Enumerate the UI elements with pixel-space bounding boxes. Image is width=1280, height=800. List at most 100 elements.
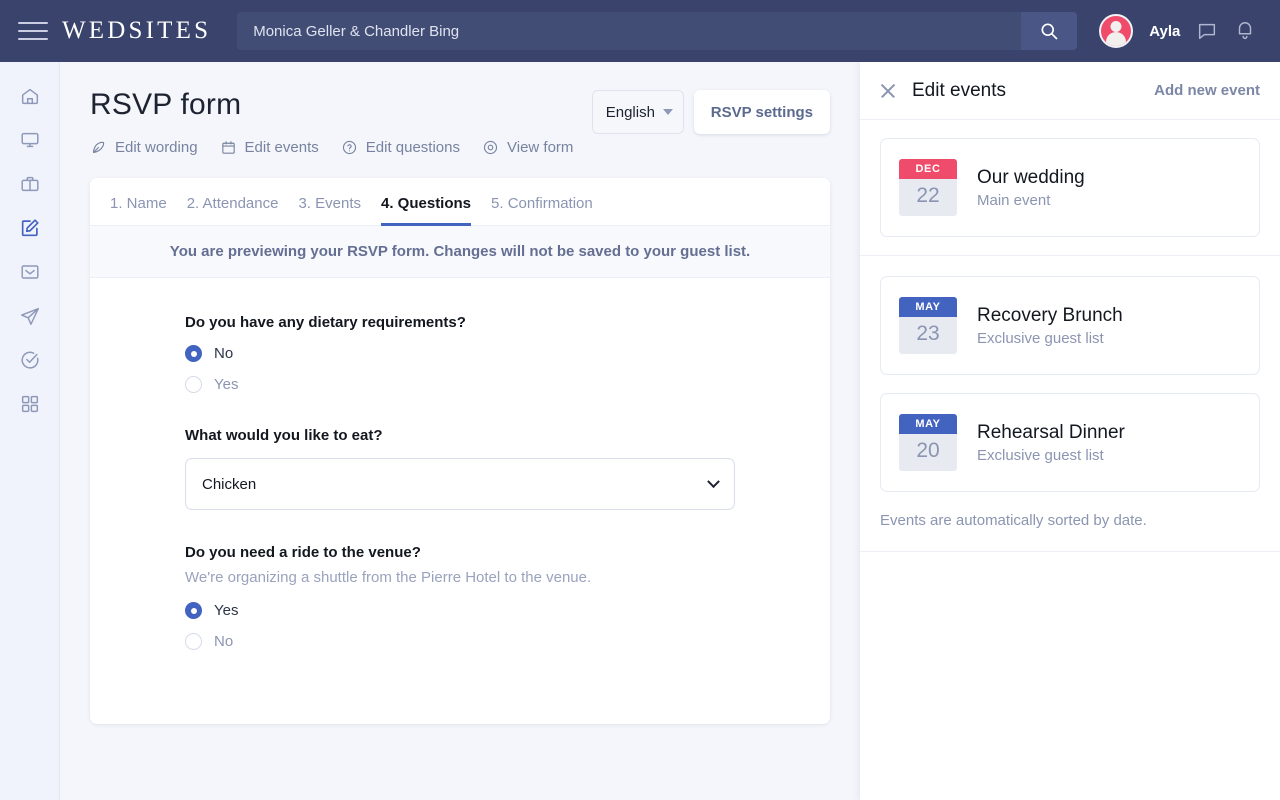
event-subtitle: Exclusive guest list: [977, 446, 1104, 464]
feather-icon: [90, 139, 107, 156]
radio-indicator[interactable]: [185, 345, 202, 362]
sidebar-item-apps[interactable]: [10, 386, 50, 422]
radio-label: No: [214, 633, 234, 650]
subnav-label: View form: [507, 139, 574, 156]
sidebar-item-send[interactable]: [10, 298, 50, 334]
edit-events-panel: Edit events Add new event DEC 22 Our wed…: [860, 62, 1280, 800]
radio-option-no[interactable]: No: [185, 633, 830, 650]
event-name: Our wedding: [977, 166, 1085, 188]
page-header: RSVP form English RSVP settings Edit wor…: [60, 62, 860, 156]
panel-body: DEC 22 Our wedding Main event MAY 23 Rec…: [860, 120, 1280, 552]
sidebar-item-checklist[interactable]: [10, 342, 50, 378]
rsvp-settings-button[interactable]: RSVP settings: [693, 90, 830, 134]
question-label: Do you have any dietary requirements?: [185, 314, 466, 331]
subnav-label: Edit questions: [365, 139, 460, 156]
sub-navigation: Edit wording Edit events Edit questions …: [90, 139, 830, 156]
radio-label: No: [214, 345, 234, 362]
subnav-view-form[interactable]: View form: [482, 139, 573, 156]
question-help-text: We're organizing a shuttle from the Pier…: [185, 569, 592, 586]
date-chip-month: MAY: [899, 414, 957, 434]
radio-indicator[interactable]: [185, 602, 202, 619]
sidebar-item-vendors[interactable]: [10, 166, 50, 202]
subnav-label: Edit wording: [115, 139, 198, 156]
preview-notice: You are previewing your RSVP form. Chang…: [90, 226, 830, 278]
tab-name[interactable]: 1. Name: [110, 195, 167, 226]
eye-icon: [482, 139, 499, 156]
event-card-recovery-brunch[interactable]: MAY 23 Recovery Brunch Exclusive guest l…: [880, 276, 1260, 375]
tab-events[interactable]: 3. Events: [298, 195, 361, 226]
tab-confirmation[interactable]: 5. Confirmation: [491, 195, 593, 226]
notification-bell-icon[interactable]: [1234, 20, 1256, 42]
left-sidebar: [0, 62, 60, 800]
top-right-cluster: Ayla: [1099, 14, 1256, 48]
page-header-actions: English RSVP settings: [591, 90, 830, 134]
hamburger-icon[interactable]: [18, 22, 48, 40]
subnav-edit-events[interactable]: Edit events: [220, 139, 319, 156]
sidebar-item-website[interactable]: [10, 122, 50, 158]
username-label: Ayla: [1149, 22, 1181, 40]
top-bar: WEDSITES Ayla: [0, 0, 1280, 62]
radio-label: Yes: [214, 602, 239, 619]
date-chip: DEC 22: [899, 159, 957, 216]
sidebar-item-rsvp[interactable]: [10, 210, 50, 246]
subnav-edit-wording[interactable]: Edit wording: [90, 139, 198, 156]
event-subtitle: Main event: [977, 191, 1051, 209]
form-card: 1. Name 2. Attendance 3. Events 4. Quest…: [90, 178, 830, 724]
calendar-icon: [220, 139, 237, 156]
event-name: Rehearsal Dinner: [977, 421, 1125, 443]
question-label: What would you like to eat?: [185, 427, 383, 444]
date-chip: MAY 20: [899, 414, 957, 471]
radio-label: Yes: [214, 376, 239, 393]
date-chip-month: DEC: [899, 159, 957, 179]
event-group-secondary-2: MAY 20 Rehearsal Dinner Exclusive guest …: [860, 393, 1280, 510]
event-card-rehearsal-dinner[interactable]: MAY 20 Rehearsal Dinner Exclusive guest …: [880, 393, 1260, 492]
meal-select-value: Chicken: [202, 475, 257, 493]
subnav-edit-questions[interactable]: Edit questions: [341, 139, 460, 156]
date-chip: MAY 23: [899, 297, 957, 354]
sidebar-item-mail[interactable]: [10, 254, 50, 290]
question-dietary-requirements: Do you have any dietary requirements? No…: [185, 314, 830, 393]
panel-title: Edit events: [912, 79, 1006, 101]
search-icon[interactable]: [1021, 12, 1078, 50]
question-meal-choice: What would you like to eat? Chicken: [185, 427, 830, 510]
radio-option-yes[interactable]: Yes: [185, 376, 830, 393]
tab-attendance[interactable]: 2. Attendance: [187, 195, 279, 226]
language-select[interactable]: English: [591, 90, 684, 134]
search-bar[interactable]: [237, 12, 1078, 50]
main-content: RSVP form English RSVP settings Edit wor…: [60, 62, 860, 800]
radio-indicator[interactable]: [185, 376, 202, 393]
tab-questions[interactable]: 4. Questions: [381, 195, 472, 226]
radio-option-no[interactable]: No: [185, 345, 830, 362]
form-body: Do you have any dietary requirements? No…: [90, 278, 830, 724]
date-chip-day: 22: [899, 179, 957, 216]
radio-option-yes[interactable]: Yes: [185, 602, 830, 619]
chevron-down-icon: [662, 109, 673, 115]
avatar[interactable]: [1099, 14, 1134, 48]
meal-select[interactable]: Chicken: [185, 458, 735, 510]
date-chip-day: 20: [899, 434, 957, 471]
language-select-value: English: [605, 103, 655, 121]
event-text: Recovery Brunch Exclusive guest list: [977, 305, 1123, 347]
add-new-event-button[interactable]: Add new event: [1154, 82, 1260, 99]
brand-logo[interactable]: WEDSITES: [62, 17, 211, 45]
event-name: Recovery Brunch: [977, 304, 1123, 326]
chat-bubble-icon[interactable]: [1196, 20, 1218, 42]
subnav-label: Edit events: [244, 139, 319, 156]
sidebar-item-home[interactable]: [10, 78, 50, 114]
panel-footer-note: Events are automatically sorted by date.: [860, 510, 1280, 552]
event-group-secondary: MAY 23 Recovery Brunch Exclusive guest l…: [860, 255, 1280, 393]
close-icon[interactable]: [878, 81, 898, 101]
question-circle-icon: [341, 139, 358, 156]
question-label: Do you need a ride to the venue?: [185, 544, 421, 561]
event-group-main: DEC 22 Our wedding Main event: [860, 120, 1280, 255]
event-card-our-wedding[interactable]: DEC 22 Our wedding Main event: [880, 138, 1260, 237]
chevron-down-icon: [707, 474, 720, 488]
date-chip-day: 23: [899, 317, 957, 354]
event-subtitle: Exclusive guest list: [977, 329, 1104, 347]
question-ride-to-venue: Do you need a ride to the venue? We're o…: [185, 544, 830, 650]
search-input[interactable]: [237, 22, 1022, 40]
radio-indicator[interactable]: [185, 633, 202, 650]
form-step-tabs: 1. Name 2. Attendance 3. Events 4. Quest…: [90, 178, 830, 226]
date-chip-month: MAY: [899, 297, 957, 317]
panel-header: Edit events Add new event: [860, 62, 1280, 120]
